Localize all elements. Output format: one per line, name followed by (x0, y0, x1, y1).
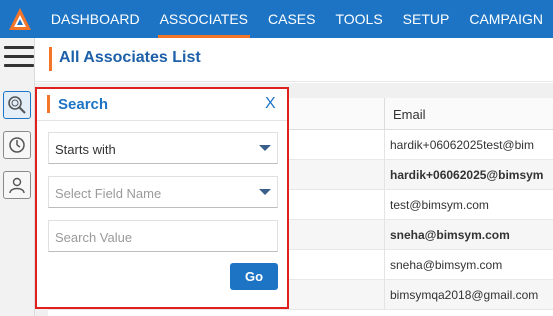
title-accent-bar (49, 47, 52, 71)
left-icon-rail (0, 38, 35, 316)
nav-tools[interactable]: TOOLS (325, 0, 392, 38)
hamburger-menu-icon[interactable] (4, 46, 34, 72)
top-navigation: DASHBOARD ASSOCIATES CASES TOOLS SETUP C… (0, 0, 553, 38)
page-header: All Associates List (35, 38, 553, 82)
go-button[interactable]: Go (230, 263, 278, 290)
nav-dashboard[interactable]: DASHBOARD (41, 0, 150, 38)
field-name-placeholder: Select Field Name (55, 186, 162, 201)
nav-associates[interactable]: ASSOCIATES (150, 0, 258, 38)
search-accent-bar (47, 95, 50, 113)
email-cell: test@bimsym.com (390, 198, 489, 212)
nav-setup[interactable]: SETUP (393, 0, 460, 38)
email-cell: bimsymqa2018@gmail.com (390, 288, 539, 302)
search-value-placeholder: Search Value (55, 230, 133, 245)
match-mode-select[interactable]: Starts with (48, 132, 278, 164)
nav-campaign[interactable]: CAMPAIGN (459, 0, 553, 38)
email-cell: hardik+06062025@bimsym (390, 168, 544, 182)
match-mode-value: Starts with (55, 142, 116, 157)
email-cell: hardik+06062025test@bim (390, 138, 534, 152)
search-panel-header: Search X (37, 89, 287, 121)
nav-cases[interactable]: CASES (258, 0, 325, 38)
history-icon[interactable] (3, 131, 31, 159)
brand-logo-icon[interactable] (0, 0, 41, 38)
search-panel-title: Search (58, 96, 109, 113)
chevron-down-icon (259, 189, 271, 195)
search-panel: Search X Starts with Select Field Name S… (35, 87, 289, 309)
user-icon[interactable] (3, 171, 31, 199)
chevron-down-icon (259, 145, 271, 151)
close-button[interactable]: X (265, 95, 276, 113)
page-title: All Associates List (59, 49, 201, 66)
column-header-email[interactable]: Email (393, 107, 426, 122)
email-cell: sneha@bimsym.com (390, 228, 510, 242)
search-icon[interactable] (3, 91, 31, 119)
email-cell: sneha@bimsym.com (390, 258, 503, 272)
search-value-input[interactable]: Search Value (48, 220, 278, 252)
field-name-select[interactable]: Select Field Name (48, 176, 278, 208)
